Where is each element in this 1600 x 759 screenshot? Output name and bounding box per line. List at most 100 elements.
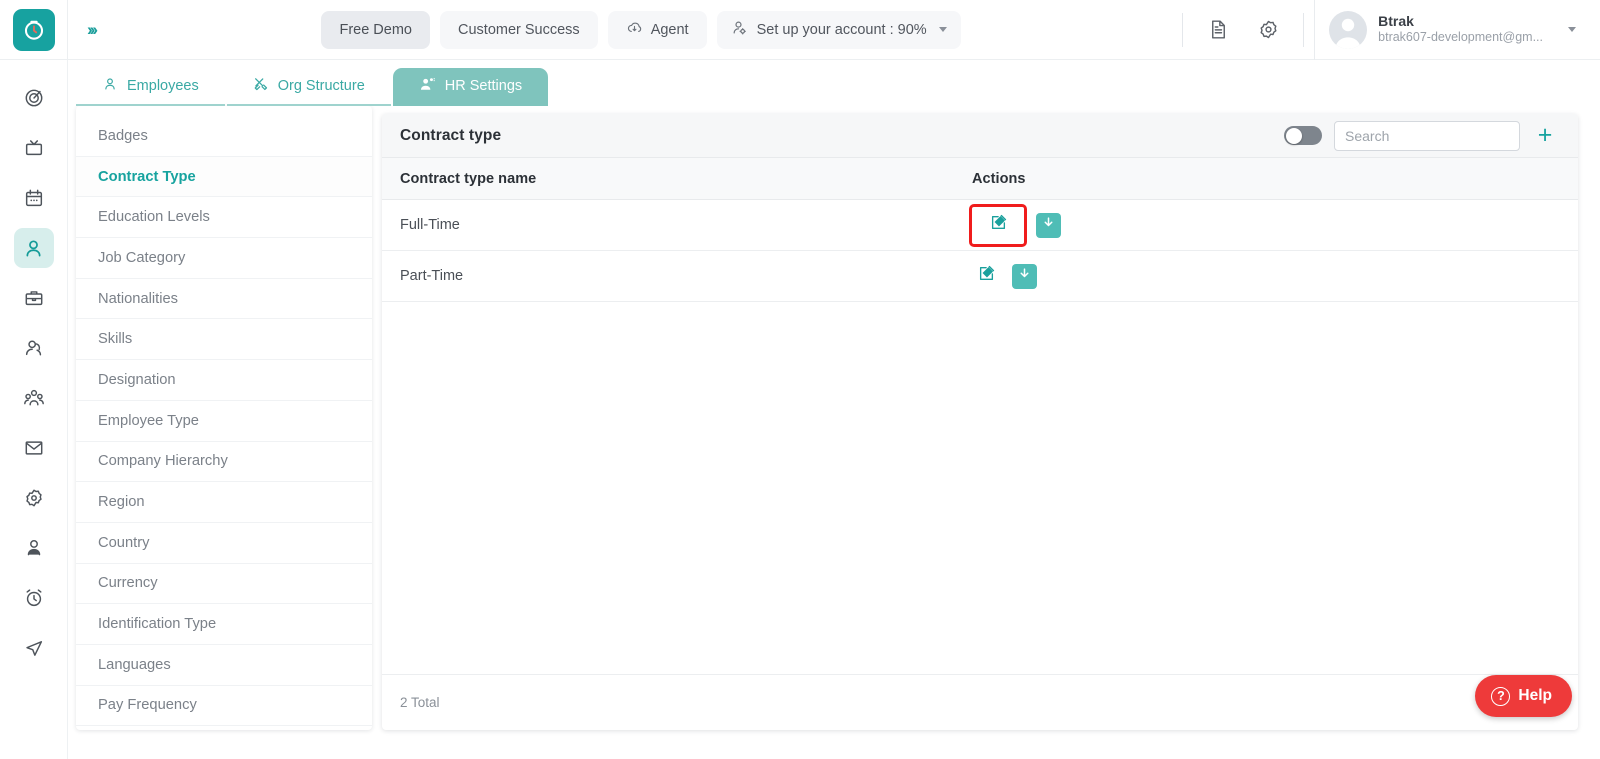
archive-button[interactable] [1036,212,1061,238]
card-footer: 2 Total [382,674,1578,730]
avatar [1329,10,1368,49]
page-title: Contract type [400,126,502,144]
tab-employees-label: Employees [127,78,199,94]
edit-button[interactable] [969,203,1027,247]
plus-icon: + [1537,121,1553,149]
sidebar-item-company-hierarchy[interactable]: Company Hierarchy [76,442,372,483]
free-demo-label: Free Demo [339,21,412,38]
person-icon [102,76,118,96]
sidebar-item-languages[interactable]: Languages [76,645,372,686]
sidebar-item-badges[interactable]: Badges [76,116,372,157]
card-header-actions: + [1284,120,1560,151]
document-icon[interactable] [1193,0,1243,60]
sidebar-item-label: Company Hierarchy [98,453,228,470]
help-button[interactable]: ? Help [1475,675,1572,717]
chevron-double-right-icon[interactable]: ››› [68,0,110,60]
sidebar-item-label: Employee Type [98,412,199,429]
sidebar-item-contract-type[interactable]: Contract Type [76,156,372,198]
sidebar-item-education-levels[interactable]: Education Levels [76,197,372,239]
toggle-knob [1285,127,1302,144]
cell-contract-type-name: Part-Time [400,268,464,284]
sidebar-item-label: Contract Type [98,168,196,185]
sidebar-item-country[interactable]: Country [76,523,372,564]
agent-button[interactable]: Agent [607,10,707,49]
main-tab-bar: Employees Org Structure HR Settings [76,68,549,106]
sidebar-item-region[interactable]: Region [76,482,372,523]
chevron-down-icon[interactable] [1568,27,1576,32]
contract-type-card: Contract type + Contract type name Actio… [382,114,1578,730]
tab-org-structure[interactable]: Org Structure [226,68,391,106]
divider [1182,12,1184,47]
top-navigation-bar: ››› Free Demo Customer Success Agent Set… [0,0,1600,60]
edit-button[interactable] [972,262,1000,290]
search-input[interactable] [1334,120,1520,151]
rail-item-briefcase[interactable] [14,278,54,318]
sidebar-item-employee-type[interactable]: Employee Type [76,401,372,442]
card-header: Contract type + [382,114,1578,158]
free-demo-button[interactable]: Free Demo [321,10,430,49]
agent-label: Agent [650,21,689,38]
rail-item-target-dashboard[interactable] [14,78,54,118]
rail-item-person[interactable] [13,228,54,268]
table-header-row: Contract type name Actions [382,158,1578,200]
rail-item-alarm-clock[interactable] [14,578,54,618]
clock-logo-icon [12,8,55,51]
column-header-name: Contract type name [400,170,537,187]
sidebar-item-label: Job Category [98,249,186,266]
user-settings-icon [731,19,749,41]
table-row[interactable]: Full-Time [382,200,1578,251]
show-archived-toggle[interactable] [1284,126,1322,145]
rail-item-user-profile[interactable] [14,528,54,568]
sidebar-item-label: Country [98,534,150,551]
hr-settings-menu-list: Badges Contract Type Education Levels Jo… [76,106,372,727]
add-contract-type-button[interactable]: + [1532,123,1558,149]
rail-item-tv-screen[interactable] [14,128,54,168]
sidebar-item-identification-type[interactable]: Identification Type [76,604,372,645]
help-label: Help [1518,687,1552,704]
rail-item-calendar[interactable] [14,178,54,218]
app-logo[interactable] [0,0,68,60]
sidebar-item-label: Identification Type [98,616,217,633]
tab-org-structure-label: Org Structure [277,78,365,94]
rail-item-group-people[interactable] [14,378,54,418]
sidebar-item-currency[interactable]: Currency [76,564,372,605]
row-actions [972,262,1172,290]
rail-item-mail-envelope[interactable] [14,428,54,468]
rail-item-send-paper-plane[interactable] [14,628,54,668]
tab-hr-settings-label: HR Settings [444,78,523,94]
total-count: 2 Total [400,695,440,710]
sidebar-item-label: Pay Frequency [98,697,197,714]
user-account-menu[interactable]: Btrak btrak607-development@gm... [1314,0,1600,60]
user-name: Btrak [1378,12,1414,29]
setup-account-button[interactable]: Set up your account : 90% [716,10,961,49]
sidebar-item-job-category[interactable]: Job Category [76,238,372,279]
people-gear-icon [419,76,436,97]
tab-employees[interactable]: Employees [76,68,225,106]
sidebar-item-label: Region [98,494,145,511]
sidebar-item-skills[interactable]: Skills [76,319,372,361]
customer-success-button[interactable]: Customer Success [440,10,598,49]
hr-settings-menu-panel: Badges Contract Type Education Levels Jo… [76,106,372,730]
question-circle-icon: ? [1491,686,1511,706]
chevron-down-icon [938,27,947,32]
archive-download-icon [1041,215,1056,235]
sidebar-item-designation[interactable]: Designation [76,360,372,401]
gear-icon[interactable] [1243,0,1293,60]
sidebar-item-label: Education Levels [98,209,210,226]
table-body: Full-Time Part-Time [382,200,1578,674]
customer-success-label: Customer Success [458,21,580,38]
rail-item-user-pair[interactable] [14,328,54,368]
sidebar-item-nationalities[interactable]: Nationalities [76,279,372,320]
sidebar-item-label: Currency [98,575,158,592]
rail-item-settings-gear[interactable] [14,478,54,518]
top-right-actions: Btrak btrak607-development@gm... [1172,0,1600,60]
setup-account-label: Set up your account : 90% [756,21,927,38]
sidebar-item-label: Nationalities [98,290,179,307]
divider [1303,12,1305,47]
table-row[interactable]: Part-Time [382,251,1578,302]
tab-hr-settings[interactable]: HR Settings [392,68,549,106]
archive-button[interactable] [1012,263,1037,289]
sidebar-item-pay-frequency[interactable]: Pay Frequency [76,686,372,727]
edit-pencil-icon [989,213,1008,237]
sidebar-item-label: Skills [98,331,133,348]
